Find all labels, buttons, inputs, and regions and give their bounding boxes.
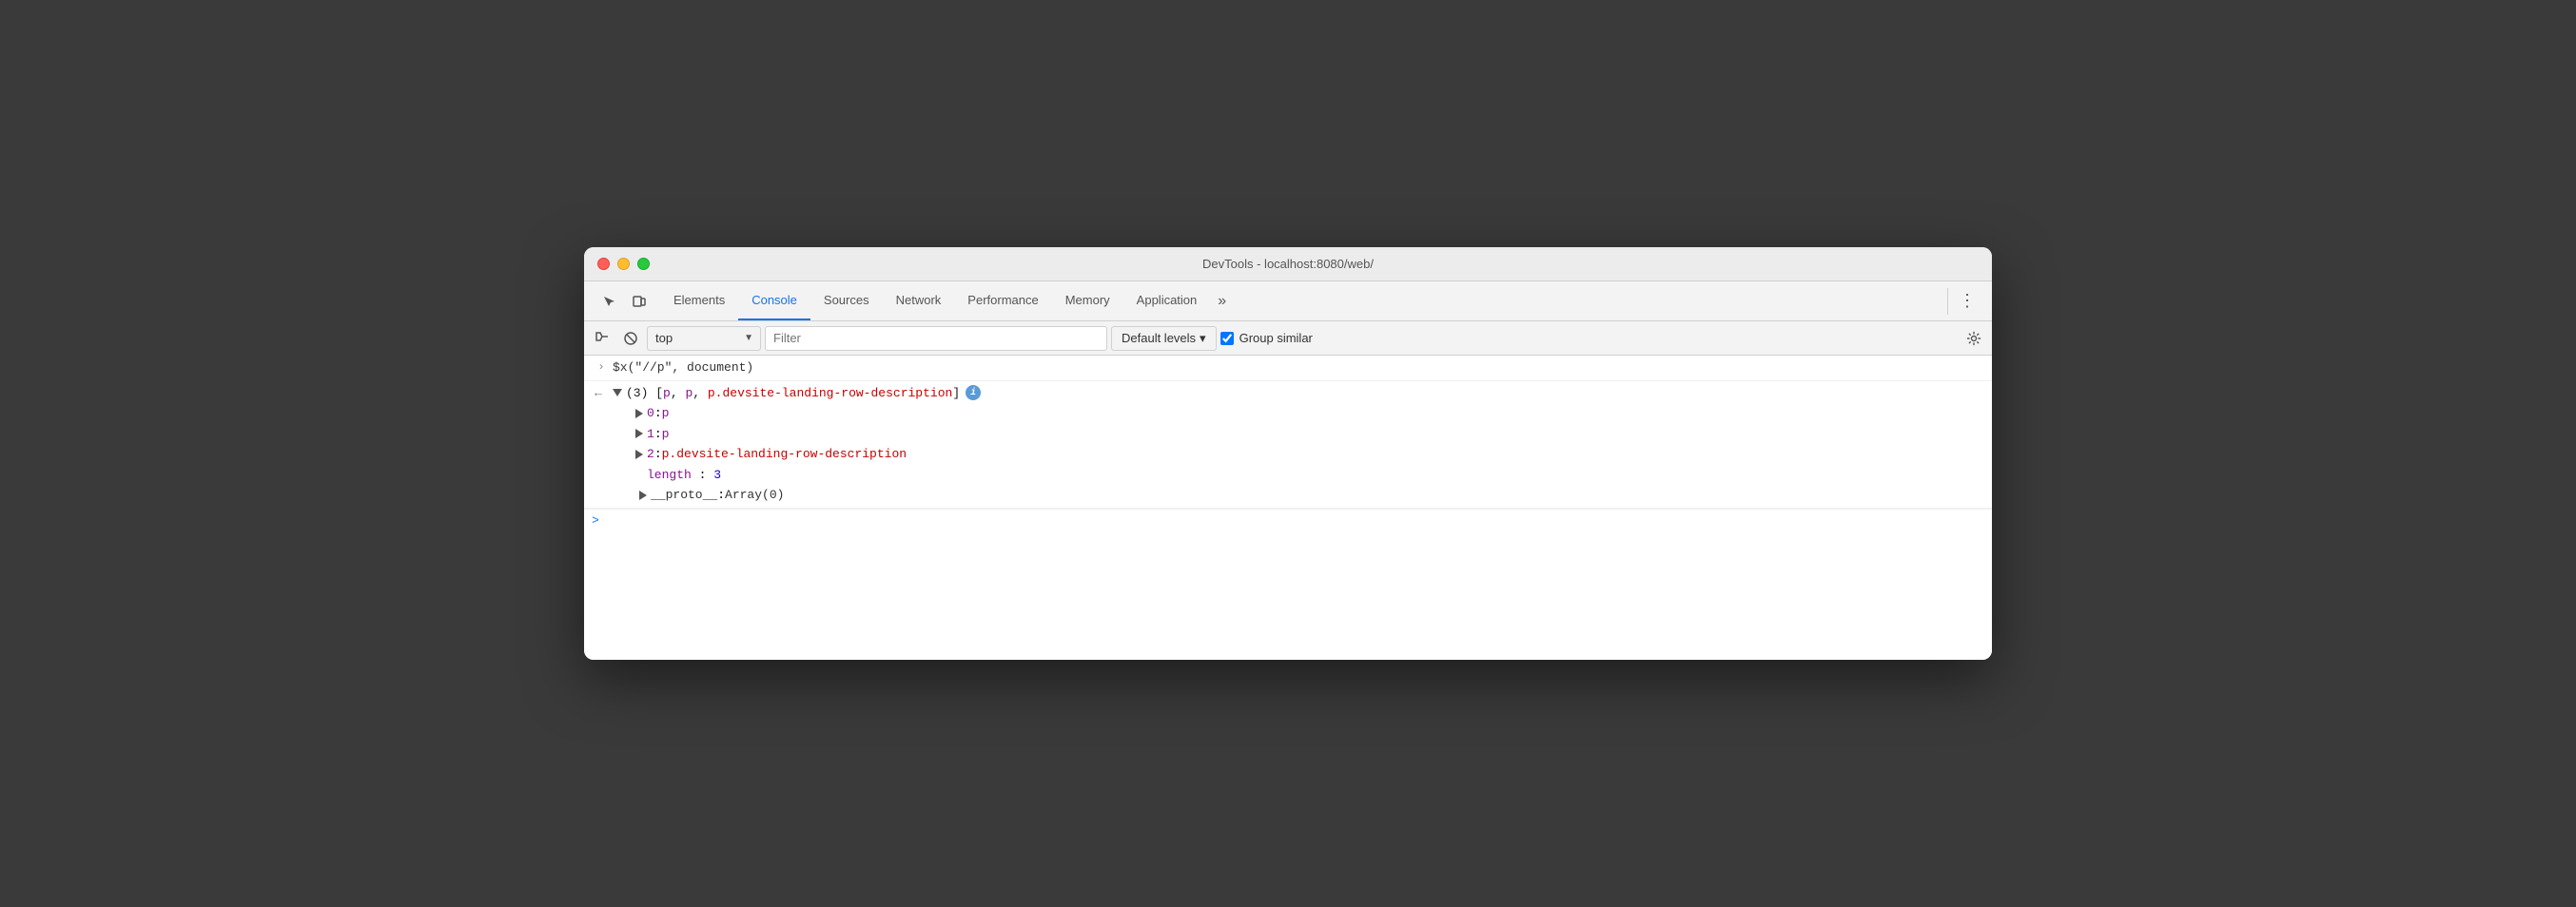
output-array-line: ← (3) [p, p, p.devsite-landing-row-descr… — [584, 381, 1992, 509]
window-title: DevTools - localhost:8080/web/ — [1202, 257, 1374, 271]
array-header[interactable]: (3) [p, p, p.devsite-landing-row-descrip… — [613, 384, 1984, 403]
group-similar-checkbox[interactable] — [1220, 332, 1234, 345]
tab-console[interactable]: Console — [738, 281, 810, 320]
tab-performance[interactable]: Performance — [954, 281, 1051, 320]
devtools-window: DevTools - localhost:8080/web/ Elements … — [584, 247, 1992, 660]
input-gutter: › — [592, 358, 611, 376]
tab-bar-right: ⋮ — [1942, 281, 1988, 320]
expand-icon-1 — [635, 429, 643, 438]
array-length: length : 3 — [613, 464, 1984, 485]
context-selector[interactable]: top ▼ — [647, 326, 761, 351]
array-item-2: 2 : p.devsite-landing-row-description — [613, 443, 1984, 464]
console-settings-button[interactable] — [1961, 326, 1986, 351]
title-bar: DevTools - localhost:8080/web/ — [584, 247, 1992, 281]
tab-bar-icons — [588, 281, 660, 320]
collapse-arrow-icon — [613, 389, 622, 396]
separator — [1947, 288, 1948, 315]
block-requests-button[interactable] — [618, 326, 643, 351]
filter-input[interactable] — [765, 326, 1107, 351]
tab-sources[interactable]: Sources — [810, 281, 883, 320]
tab-network[interactable]: Network — [883, 281, 955, 320]
close-button[interactable] — [597, 258, 610, 270]
console-output: › $x("//p", document) ← (3) [p, p, p.dev… — [584, 356, 1992, 660]
tab-bar: Elements Console Sources Network Perform… — [584, 281, 1992, 321]
more-tabs-button[interactable]: » — [1210, 281, 1234, 320]
group-similar-label[interactable]: Group similar — [1220, 331, 1313, 345]
tab-elements[interactable]: Elements — [660, 281, 738, 320]
array-item-1: 1 : p — [613, 423, 1984, 444]
output-array-content: (3) [p, p, p.devsite-landing-row-descrip… — [611, 384, 1984, 505]
console-toolbar: top ▼ Default levels ▾ Group similar — [584, 321, 1992, 356]
devtools-menu-button[interactable]: ⋮ — [1954, 288, 1981, 315]
info-badge[interactable]: i — [966, 385, 981, 400]
prompt-symbol: > — [592, 513, 599, 528]
clear-console-button[interactable] — [590, 326, 615, 351]
expand-icon-0 — [635, 409, 643, 418]
return-arrow-icon: ← — [595, 384, 602, 403]
levels-arrow-icon: ▾ — [1200, 331, 1206, 346]
array-proto: __proto__ : Array(0) — [613, 484, 1984, 505]
proto-expand-icon — [639, 491, 647, 500]
maximize-button[interactable] — [637, 258, 650, 270]
console-prompt-line[interactable]: > — [584, 509, 1992, 531]
expand-icon-2 — [635, 450, 643, 459]
console-repl-input[interactable] — [605, 513, 1984, 528]
input-content: $x("//p", document) — [611, 358, 1984, 377]
default-levels-button[interactable]: Default levels ▾ — [1111, 326, 1217, 351]
minimize-button[interactable] — [617, 258, 630, 270]
console-input-line: › $x("//p", document) — [584, 356, 1992, 381]
tab-application[interactable]: Application — [1123, 281, 1211, 320]
context-select-input[interactable]: top — [647, 326, 761, 351]
array-item-0: 0 : p — [613, 402, 1984, 423]
output-gutter: ← — [592, 384, 611, 403]
input-command: $x("//p", document) — [613, 360, 753, 375]
inspect-icon[interactable] — [595, 288, 622, 315]
traffic-lights — [597, 258, 650, 270]
tab-memory[interactable]: Memory — [1052, 281, 1123, 320]
device-icon[interactable] — [626, 288, 653, 315]
